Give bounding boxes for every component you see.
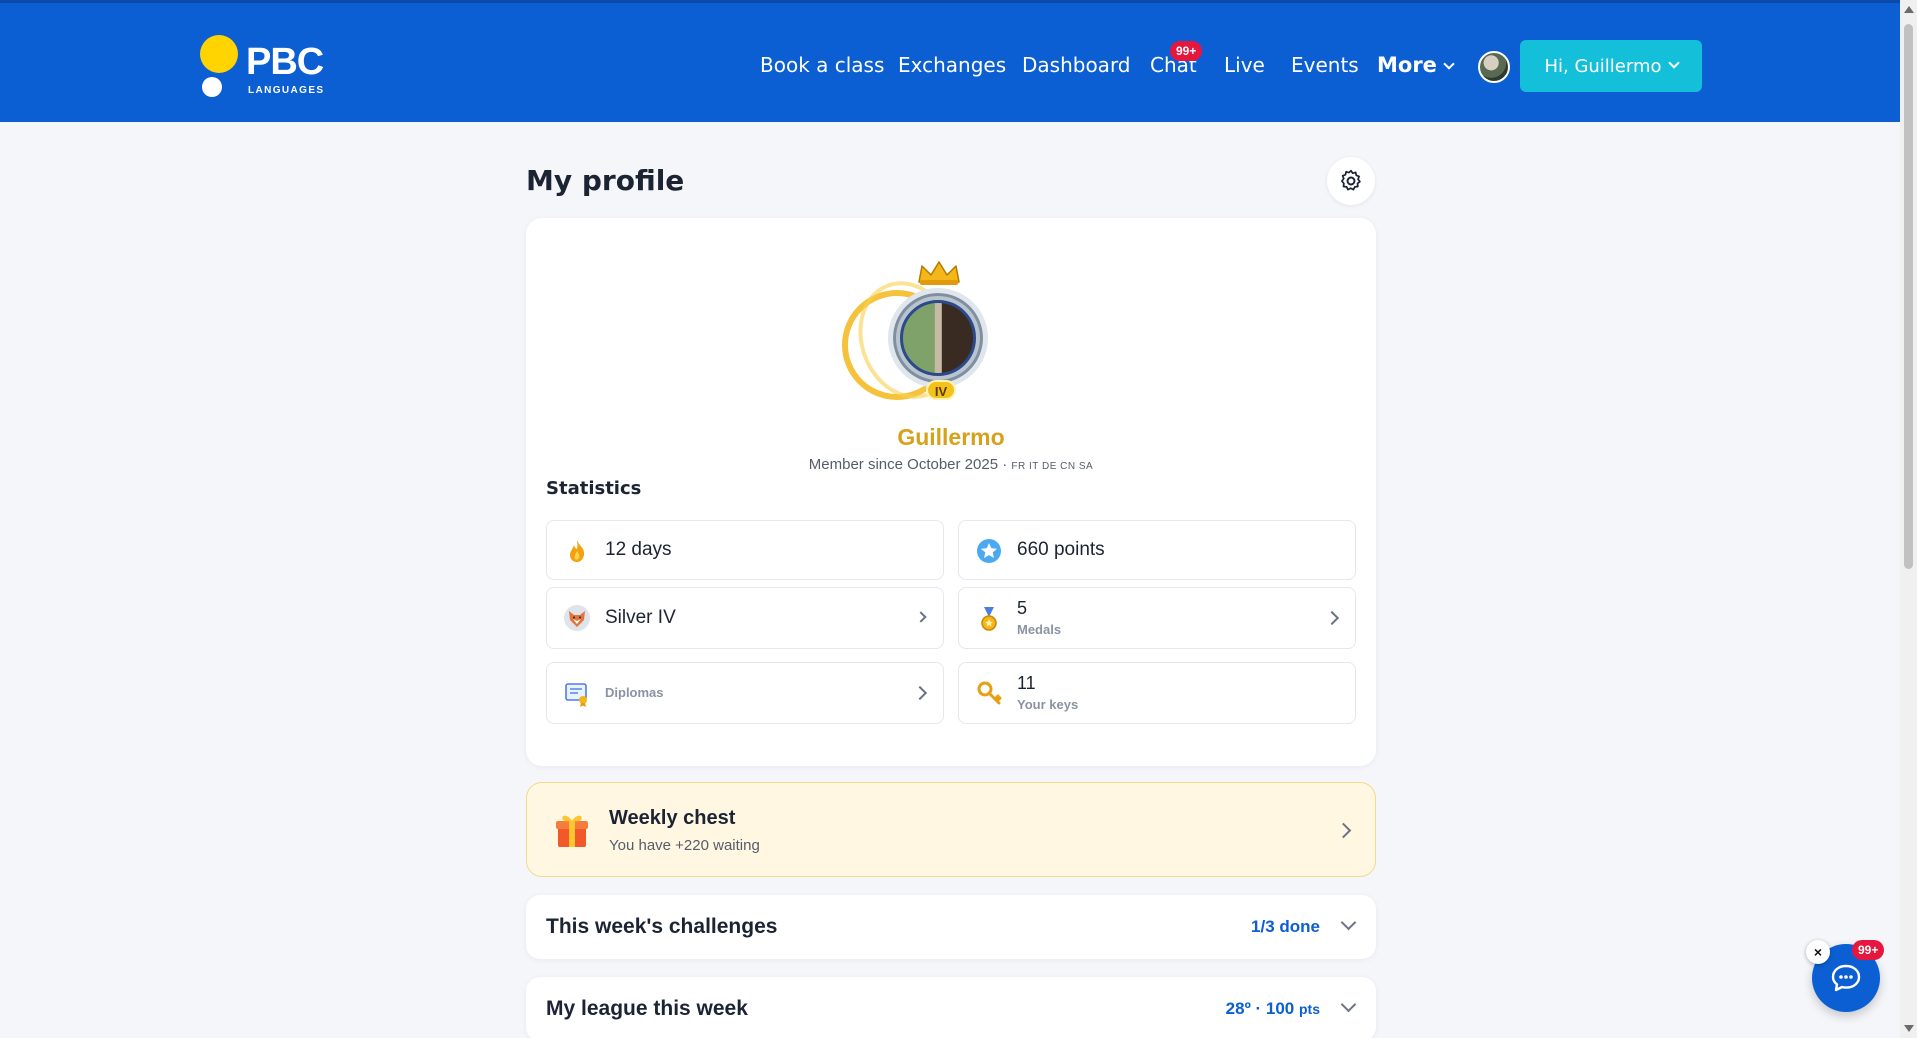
chat-widget-badge: 99+ [1852,940,1885,960]
nav-more-label: More [1377,53,1437,77]
weekly-chest-card[interactable]: Weekly chest You have +220 waiting [526,782,1376,877]
chevron-down-icon [1443,58,1455,70]
diplomas-caption: Diplomas [605,685,664,700]
chevron-right-icon [915,611,927,623]
nav-more-dropdown[interactable]: More [1377,53,1455,77]
profile-card: IV Guillermo Member since October 2025 ·… [526,218,1376,766]
streak-value: 12 days [605,539,672,560]
weekly-challenges-title: This week's challenges [546,915,778,938]
profile-photo [900,300,976,376]
diploma-icon [565,683,587,707]
chat-bubble-icon [1831,964,1861,992]
header-avatar[interactable] [1478,51,1510,83]
chevron-down-icon [1340,996,1357,1013]
logo-wordmark: PBC [246,41,324,83]
fox-league-icon [564,605,590,631]
nav-book-a-class[interactable]: Book a class [760,53,884,77]
gear-icon [1341,169,1361,191]
stat-points: 660 points [958,520,1356,580]
profile-avatar[interactable]: IV [842,250,1022,420]
nav-dashboard[interactable]: Dashboard [1022,53,1131,77]
stat-keys: 11 Your keys [958,662,1356,724]
top-nav-bar: PBC LANGUAGES Book a class Exchanges Das… [0,0,1900,122]
league-week-rank: 28º · 100 [1225,999,1295,1018]
profile-username: Guillermo [897,424,1005,450]
stat-medals[interactable]: 5 Medals [958,587,1356,649]
scroll-down-arrow-icon[interactable] [1904,1025,1914,1032]
profile-languages: FR IT DE CN SA [1011,461,1094,472]
logo-dot-shape [202,77,222,97]
stat-streak: 12 days [546,520,944,580]
league-week-title: My league this week [546,997,748,1020]
nav-live[interactable]: Live [1224,53,1265,77]
page-scrollbar[interactable] [1900,0,1917,1038]
chat-unread-badge: 99+ [1170,41,1203,61]
key-icon [977,681,1002,705]
weekly-chest-subtitle: You have +220 waiting [609,837,760,854]
statistics-heading: Statistics [546,478,642,499]
nav-exchanges[interactable]: Exchanges [898,53,1006,77]
chevron-down-icon [1667,57,1680,69]
scrollbar-thumb[interactable] [1904,24,1913,569]
league-week-unit: pts [1299,1001,1320,1017]
crown-icon [918,261,960,285]
close-chat-widget-button[interactable]: × [1806,940,1830,964]
weekly-challenges-accordion[interactable]: This week's challenges 1/3 done [526,895,1376,959]
scroll-up-arrow-icon[interactable] [1904,6,1914,13]
medals-count: 5 [1017,598,1028,618]
gift-icon [556,815,588,847]
league-value: Silver IV [605,607,676,628]
league-week-accordion[interactable]: My league this week 28º · 100 pts [526,977,1376,1038]
star-badge-icon [977,539,1001,563]
weekly-challenges-status: 1/3 done [1251,917,1320,936]
user-menu-label: Hi, Guillermo [1544,55,1662,77]
keys-caption: Your keys [1017,697,1079,712]
league-week-summary: 28º · 100 pts [1226,999,1320,1019]
stat-league[interactable]: Silver IV [546,587,944,649]
medals-caption: Medals [1017,622,1062,637]
settings-button[interactable] [1327,157,1375,205]
logo-drop-shape [200,35,238,73]
logo-subtitle: LANGUAGES [248,85,325,96]
chevron-right-icon [1335,822,1352,839]
chevron-right-icon [1324,610,1340,626]
user-menu-button[interactable]: Hi, Guillermo [1520,40,1702,92]
member-since-line: Member since October 2025 · FR IT DE CN … [526,456,1376,473]
page-title: My profile [526,164,685,197]
weekly-chest-title: Weekly chest [609,807,736,829]
tier-badge: IV [926,380,956,400]
stat-diplomas[interactable]: Diplomas [546,662,944,724]
chevron-down-icon [1340,914,1357,931]
nav-events[interactable]: Events [1291,53,1359,77]
keys-count: 11 [1017,673,1036,693]
medal-icon [981,607,997,631]
flame-icon [570,540,585,562]
chevron-right-icon [912,685,928,701]
points-value: 660 points [1017,539,1105,560]
member-since-text: Member since October 2025 · [808,456,1008,473]
pbc-logo[interactable]: PBC LANGUAGES [198,35,338,99]
